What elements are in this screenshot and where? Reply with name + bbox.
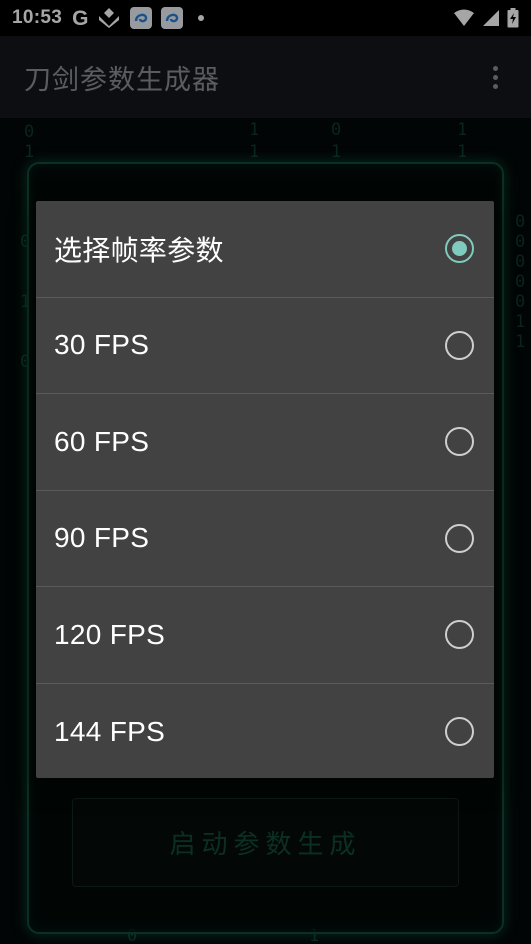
option-60-fps[interactable]: 60 FPS	[36, 394, 494, 491]
option-select-fps[interactable]: 选择帧率参数	[36, 201, 494, 298]
radio-button[interactable]	[445, 717, 474, 747]
radio-button[interactable]	[445, 427, 474, 457]
radio-button[interactable]	[445, 330, 474, 360]
option-30-fps[interactable]: 30 FPS	[36, 298, 494, 394]
option-144-fps[interactable]: 144 FPS	[36, 684, 494, 781]
option-label: 60 FPS	[54, 425, 150, 457]
option-90-fps[interactable]: 90 FPS	[36, 491, 494, 587]
radio-button-checked[interactable]	[445, 234, 474, 264]
option-label: 120 FPS	[54, 618, 166, 650]
option-label: 30 FPS	[54, 329, 150, 361]
option-label: 144 FPS	[54, 715, 166, 747]
radio-button[interactable]	[445, 523, 474, 553]
fps-select-dialog: 选择帧率参数 30 FPS 60 FPS 90 FPS 120 FPS 144 …	[36, 201, 494, 778]
radio-button[interactable]	[445, 620, 474, 650]
option-120-fps[interactable]: 120 FPS	[36, 587, 494, 684]
option-label: 90 FPS	[54, 522, 150, 554]
option-label: 选择帧率参数	[54, 233, 224, 267]
